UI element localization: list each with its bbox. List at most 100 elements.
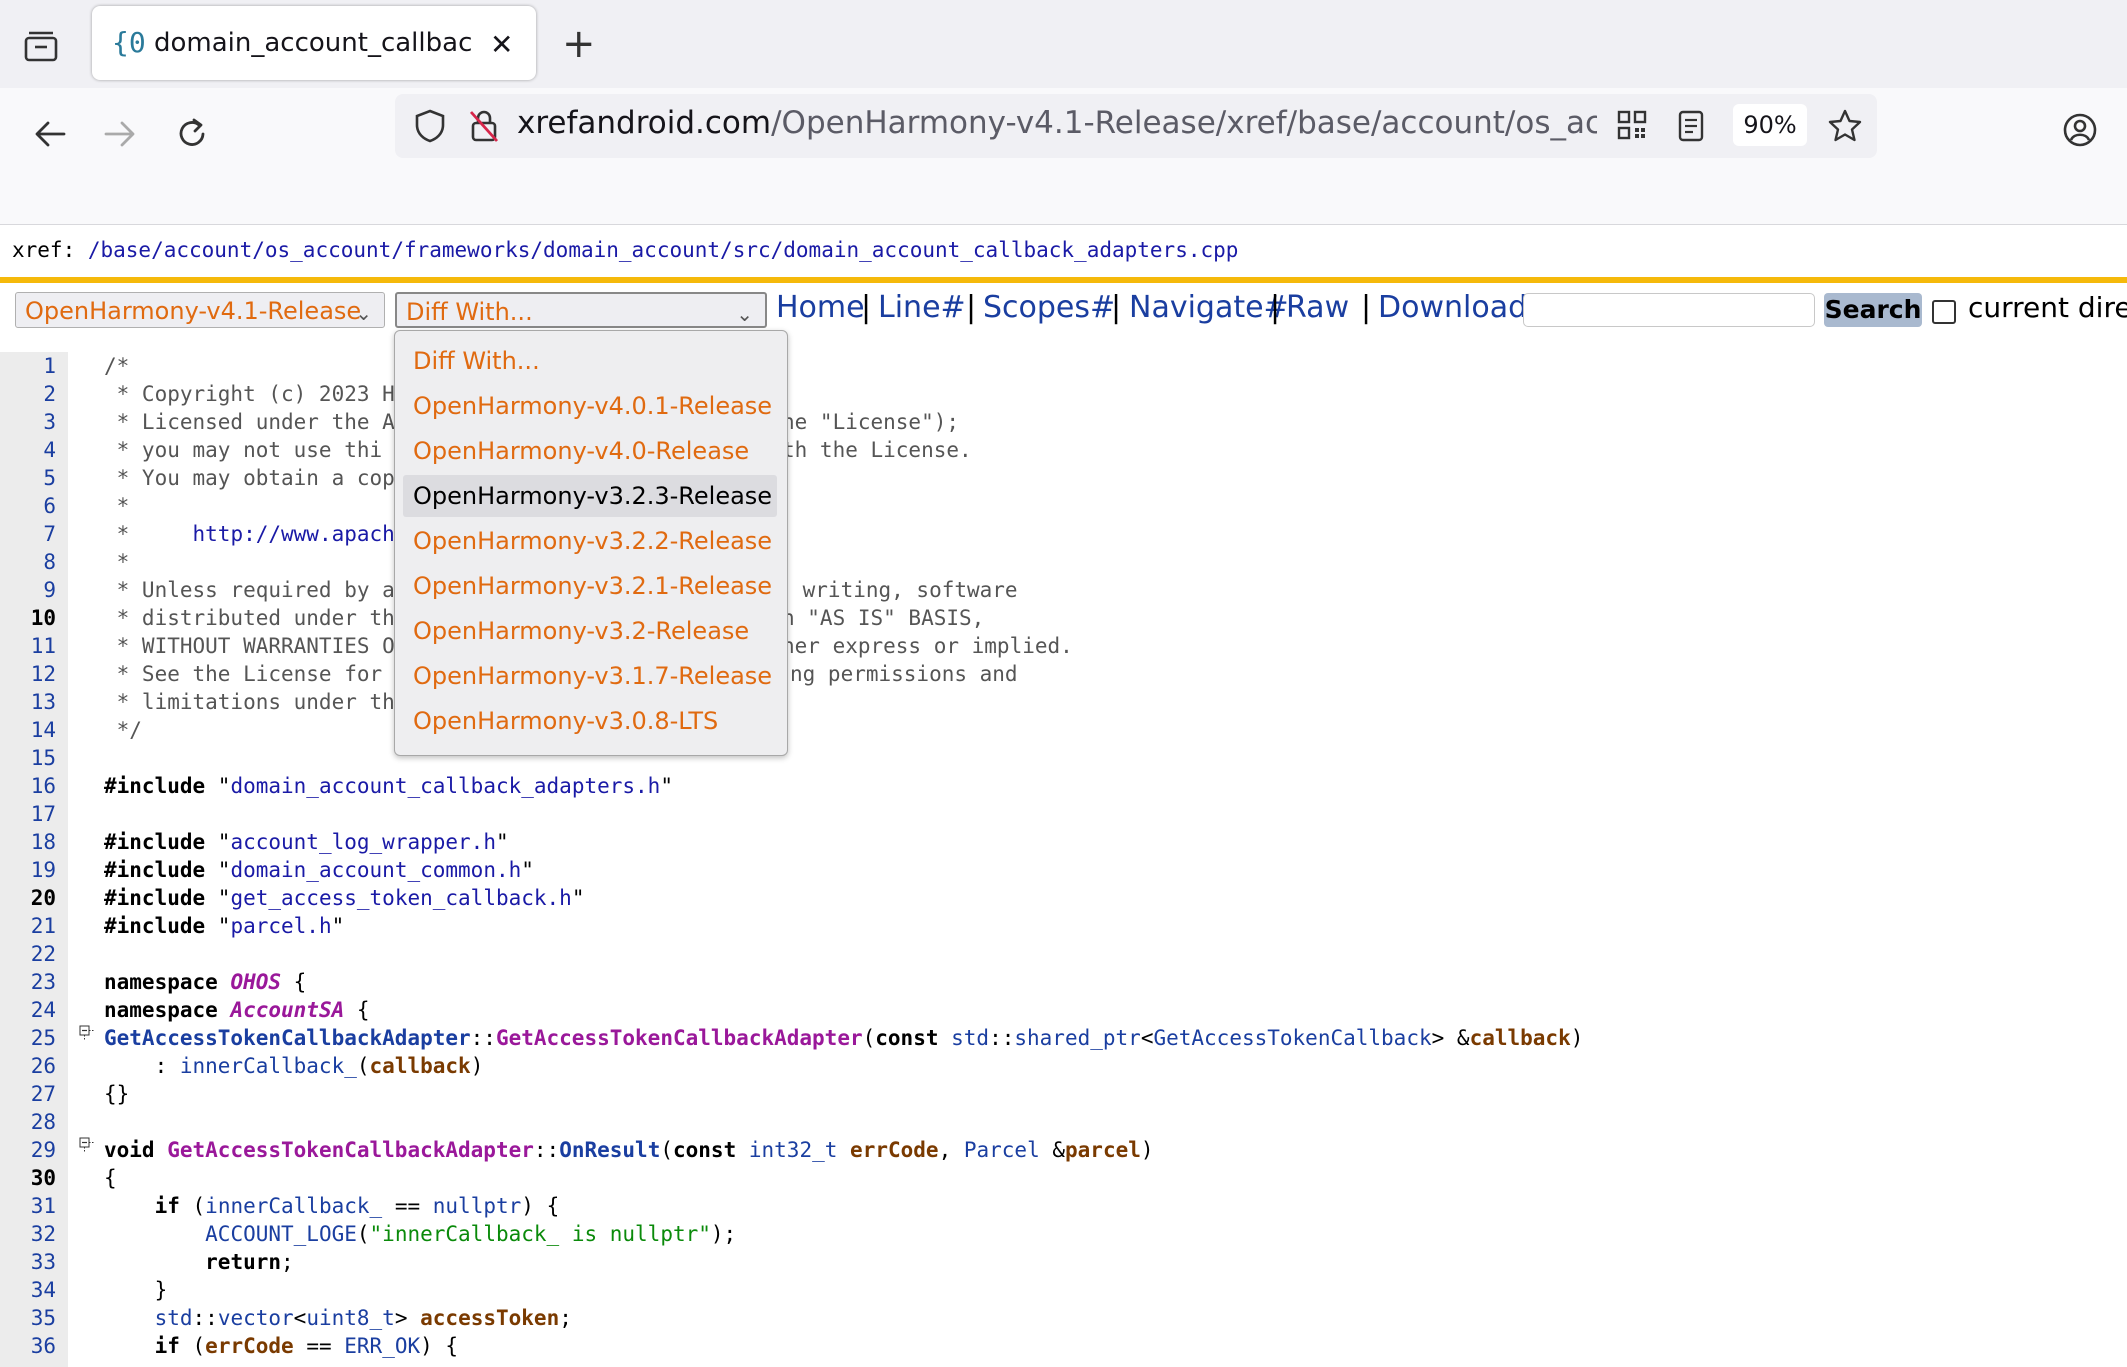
line-number-link[interactable]: 13 xyxy=(0,690,56,714)
tab-list-icon[interactable] xyxy=(20,26,62,68)
line-number-link[interactable]: 29 xyxy=(0,1138,56,1162)
line-number-link[interactable]: 12 xyxy=(0,662,56,686)
diff-option[interactable]: Diff With... xyxy=(403,340,777,382)
line-number-link[interactable]: 27 xyxy=(0,1082,56,1106)
url-text[interactable]: xrefandroid.com/OpenHarmony-v4.1-Release… xyxy=(517,105,1597,141)
new-tab-button[interactable]: + xyxy=(562,24,596,64)
line-number-link[interactable]: 31 xyxy=(0,1194,56,1218)
line-number-link[interactable]: 34 xyxy=(0,1278,56,1302)
fold-toggle-icon[interactable] xyxy=(79,1137,96,1154)
line-number-link[interactable]: 10 xyxy=(0,606,56,630)
tab-title: domain_account_callback_adapters.cpp xyxy=(154,28,474,58)
line-number-link[interactable]: 33 xyxy=(0,1250,56,1274)
insecure-lock-icon[interactable] xyxy=(467,108,501,144)
line-number-link[interactable]: 6 xyxy=(0,494,56,518)
code-line: ACCOUNT_LOGE("innerCallback_ is nullptr"… xyxy=(205,1222,737,1246)
qr-code-icon[interactable] xyxy=(1617,110,1647,140)
line-number-link[interactable]: 18 xyxy=(0,830,56,854)
shield-icon[interactable] xyxy=(413,108,447,144)
line-number-link[interactable]: 15 xyxy=(0,746,56,770)
line-number-link[interactable]: 3 xyxy=(0,410,56,434)
line-number-link[interactable]: 19 xyxy=(0,858,56,882)
reload-icon[interactable] xyxy=(170,112,214,156)
line-number-link[interactable]: 20 xyxy=(0,886,56,910)
code-line: { xyxy=(104,1166,117,1190)
zoom-level-button[interactable]: 90% xyxy=(1733,104,1807,146)
diff-option[interactable]: OpenHarmony-v4.0.1-Release xyxy=(403,385,777,427)
navigate-link[interactable]: Navigate# xyxy=(1129,290,1289,325)
code-line: namespace AccountSA { xyxy=(104,998,370,1022)
back-arrow-icon[interactable] xyxy=(28,112,72,156)
line-number-link[interactable]: 26 xyxy=(0,1054,56,1078)
line-number-link[interactable]: 22 xyxy=(0,942,56,966)
active-tab[interactable]: {0 domain_account_callback_adapters.cpp … xyxy=(92,6,536,80)
code-line: void GetAccessTokenCallbackAdapter::OnRe… xyxy=(104,1138,1154,1162)
line-number-link[interactable]: 23 xyxy=(0,970,56,994)
bookmark-star-icon[interactable] xyxy=(1827,108,1863,144)
scopes-link[interactable]: Scopes# xyxy=(983,290,1115,325)
crumb-base[interactable]: /base xyxy=(88,238,151,262)
line-number-link[interactable]: 24 xyxy=(0,998,56,1022)
reader-view-icon[interactable] xyxy=(1677,110,1705,142)
line-number-link[interactable]: 4 xyxy=(0,438,56,462)
crumb-account[interactable]: /account xyxy=(151,238,252,262)
diff-option[interactable]: OpenHarmony-v3.2-Release xyxy=(403,610,777,652)
diff-with-select[interactable]: Diff With... ⌄ xyxy=(395,292,767,328)
diff-option[interactable]: OpenHarmony-v3.0.8-LTS xyxy=(403,700,777,742)
line-number-link[interactable]: 17 xyxy=(0,802,56,826)
line-number-link[interactable]: 21 xyxy=(0,914,56,938)
line-number-link[interactable]: 28 xyxy=(0,1110,56,1134)
url-path: /OpenHarmony-v4.1-Release/xref/base/acco… xyxy=(771,105,1597,141)
header-divider xyxy=(0,277,2127,283)
diff-option[interactable]: OpenHarmony-v3.2.2-Release xyxy=(403,520,777,562)
home-link[interactable]: Home xyxy=(776,290,865,325)
line-number-link[interactable]: 25 xyxy=(0,1026,56,1050)
line-number-link[interactable]: 9 xyxy=(0,578,56,602)
code-line: * Unless required by a xyxy=(104,578,395,602)
line-number-link[interactable]: 35 xyxy=(0,1306,56,1330)
current-directory-checkbox[interactable] xyxy=(1932,300,1956,324)
crumb-frameworks[interactable]: /frameworks xyxy=(391,238,530,262)
raw-link[interactable]: Raw xyxy=(1286,290,1349,325)
line-number-link[interactable]: 8 xyxy=(0,550,56,574)
code-line: * Licensed under the A xyxy=(104,410,395,434)
line-numbers-link[interactable]: Line# xyxy=(878,290,966,325)
diff-option[interactable]: OpenHarmony-v3.2.3-Release xyxy=(403,475,777,517)
code-line: * xyxy=(104,550,130,574)
code-line: {} xyxy=(104,1082,130,1106)
line-number-link[interactable]: 5 xyxy=(0,466,56,490)
line-number-link[interactable]: 16 xyxy=(0,774,56,798)
line-number-link[interactable]: 7 xyxy=(0,522,56,546)
line-number-link[interactable]: 14 xyxy=(0,718,56,742)
line-number-link[interactable]: 11 xyxy=(0,634,56,658)
line-number-link[interactable]: 30 xyxy=(0,1166,56,1190)
diff-option[interactable]: OpenHarmony-v3.1.7-Release xyxy=(403,655,777,697)
crumb-file[interactable]: /domain_account_callback_adapters.cpp xyxy=(771,238,1239,262)
separator: | xyxy=(966,290,977,325)
forward-arrow-icon[interactable] xyxy=(98,112,142,156)
search-input[interactable] xyxy=(1523,293,1815,327)
crumb-domain-account[interactable]: /domain_account xyxy=(530,238,720,262)
crumb-os-account[interactable]: /os_account xyxy=(252,238,391,262)
diff-with-value: Diff With... xyxy=(406,298,533,326)
diff-option[interactable]: OpenHarmony-v4.0-Release xyxy=(403,430,777,472)
line-number-link[interactable]: 2 xyxy=(0,382,56,406)
crumb-src[interactable]: /src xyxy=(720,238,771,262)
code-line: * limitations under th xyxy=(104,690,395,714)
line-number-link[interactable]: 32 xyxy=(0,1222,56,1246)
diff-option[interactable]: OpenHarmony-v3.2.1-Release xyxy=(403,565,777,607)
code-line-fragment: ng permissions and xyxy=(790,662,1018,686)
search-button[interactable]: Search xyxy=(1824,293,1922,327)
tab-close-icon[interactable]: ✕ xyxy=(490,28,513,61)
fold-toggle-icon[interactable] xyxy=(79,1025,96,1042)
line-number-link[interactable]: 36 xyxy=(0,1334,56,1358)
address-bar[interactable]: xrefandroid.com/OpenHarmony-v4.1-Release… xyxy=(395,94,1877,158)
account-icon[interactable] xyxy=(2062,112,2098,148)
code-line: #include "domain_account_callback_adapte… xyxy=(104,774,673,798)
download-link[interactable]: Download xyxy=(1378,290,1527,325)
code-line: * http://www.apach xyxy=(104,522,395,546)
revision-select[interactable]: OpenHarmony-v4.1-Release ⌄ xyxy=(15,292,385,328)
browser-tab-bar: {0 domain_account_callback_adapters.cpp … xyxy=(0,0,2127,88)
code-line: : innerCallback_(callback) xyxy=(104,1054,484,1078)
line-number-link[interactable]: 1 xyxy=(0,354,56,378)
